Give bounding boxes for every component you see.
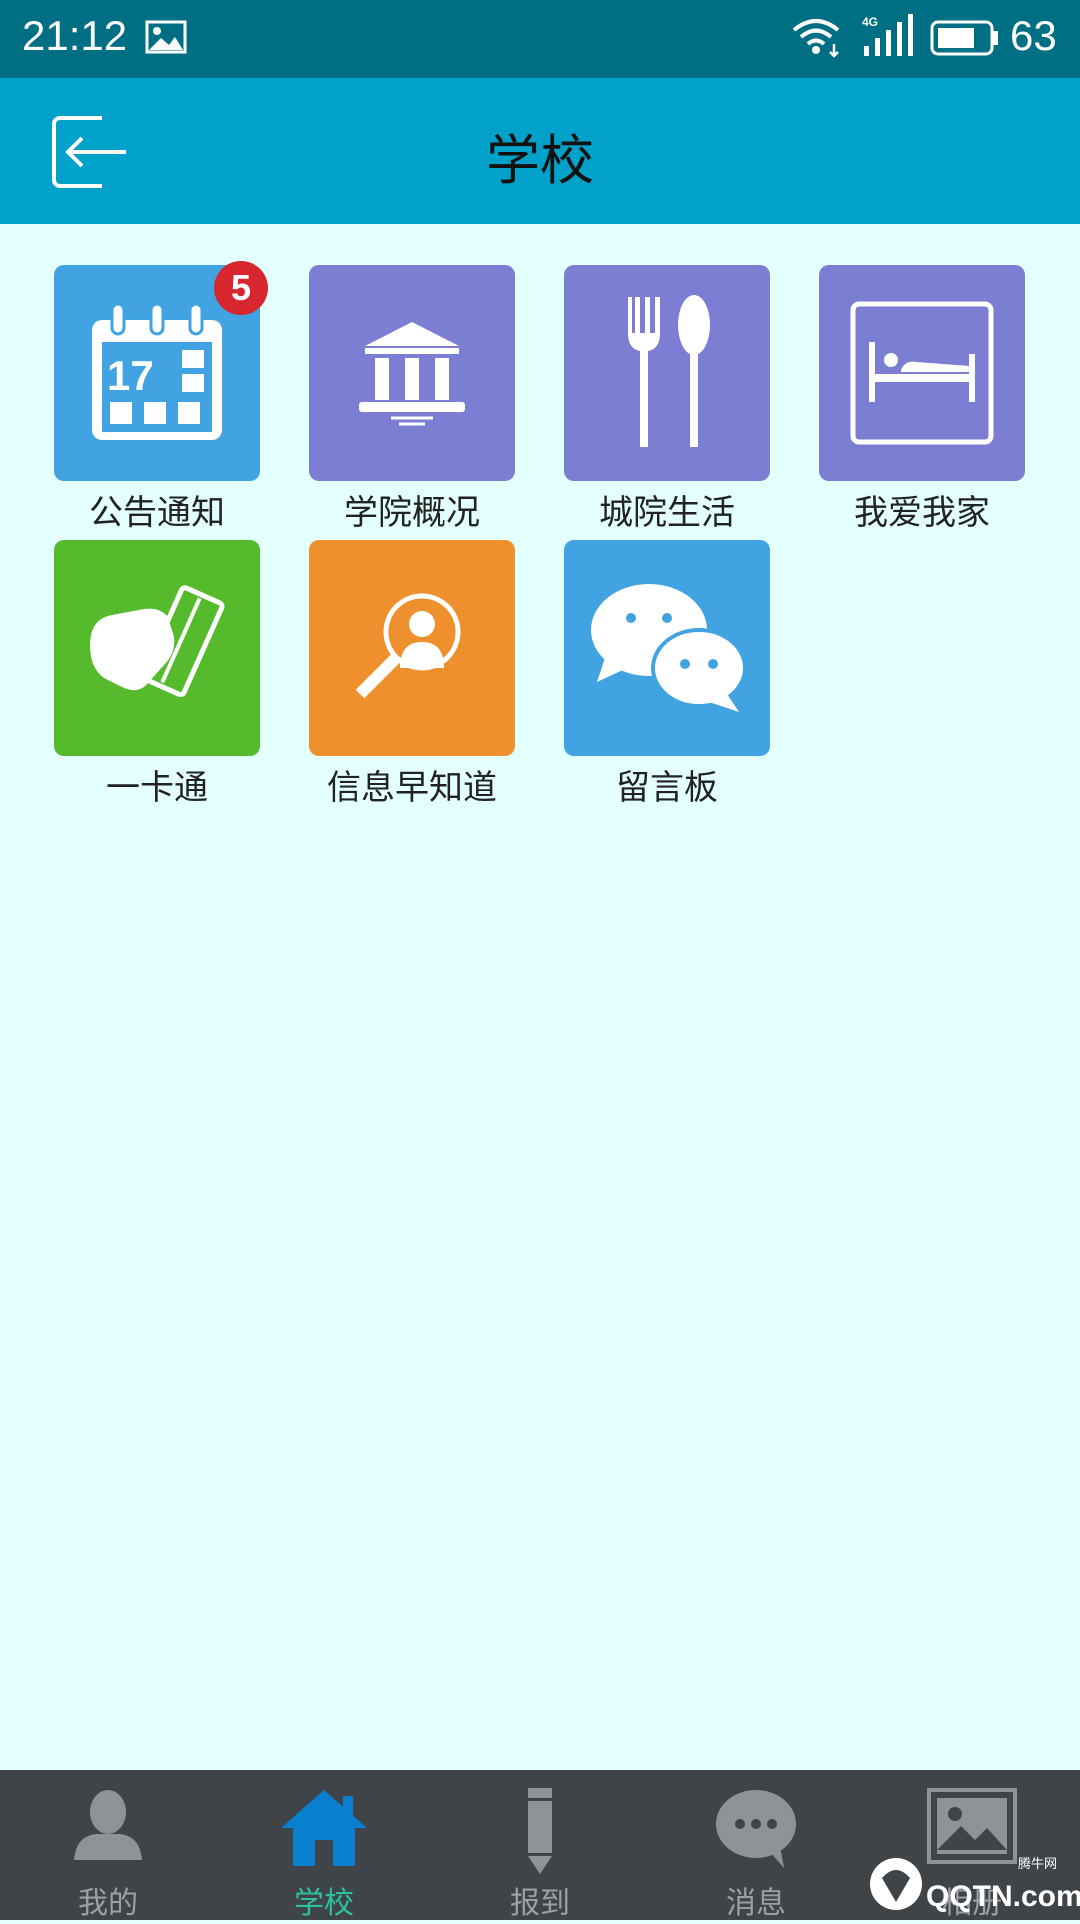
tile-campus-life[interactable]: 城院生活 xyxy=(564,265,770,534)
svg-text:4G: 4G xyxy=(862,15,878,29)
nav-label: 我的 xyxy=(78,1886,138,1921)
status-time: 21:12 xyxy=(22,12,128,59)
fork-spoon-icon xyxy=(628,295,710,447)
nav-item-messages[interactable]: 消息 xyxy=(648,1770,864,1921)
nav-item-checkin[interactable]: 报到 xyxy=(432,1770,648,1921)
battery-level: 63 xyxy=(1010,12,1057,59)
image-icon xyxy=(145,20,187,58)
tile-icon-bg xyxy=(54,540,260,756)
tile-label: 我爱我家 xyxy=(854,493,990,533)
signal-icon: 4G xyxy=(860,14,916,62)
watermark-logo: 腾牛网 QQTN.com xyxy=(868,1848,1080,1920)
app-header: 学校 xyxy=(0,78,1080,224)
nav-item-mine[interactable]: 我的 xyxy=(0,1770,216,1921)
tile-icon-bg xyxy=(819,265,1025,481)
svg-text:17: 17 xyxy=(107,352,154,399)
tile-college-overview[interactable]: 学院概况 xyxy=(309,265,515,534)
wifi-icon xyxy=(790,16,842,62)
nav-label: 学校 xyxy=(294,1886,354,1921)
page-title: 学校 xyxy=(486,129,594,192)
svg-text:QQTN.com: QQTN.com xyxy=(926,1880,1080,1913)
search-person-icon xyxy=(355,593,461,699)
tile-icon-bg xyxy=(309,540,515,756)
tile-icon-bg xyxy=(309,265,515,481)
tile-label: 一卡通 xyxy=(106,768,208,808)
nav-label: 消息 xyxy=(726,1886,786,1921)
tile-icon-bg xyxy=(564,265,770,481)
message-bubble-icon xyxy=(714,1788,798,1872)
pencil-icon xyxy=(520,1788,560,1878)
person-icon xyxy=(70,1788,146,1868)
tile-announcements[interactable]: 17 5 公告通知 xyxy=(54,261,268,534)
notification-badge: 5 xyxy=(214,261,268,315)
card-icon xyxy=(90,585,225,698)
tile-icon-bg xyxy=(564,540,770,756)
tile-info-early[interactable]: 信息早知道 xyxy=(309,540,515,809)
tile-label: 公告通知 xyxy=(89,493,225,533)
tile-campus-card[interactable]: 一卡通 xyxy=(54,540,260,809)
battery-icon xyxy=(930,20,1000,60)
tile-dormitory[interactable]: 我爱我家 xyxy=(819,265,1025,534)
home-icon xyxy=(279,1788,369,1872)
status-bar: 21:12 4G 63 xyxy=(0,0,1080,78)
tile-label: 信息早知道 xyxy=(327,768,497,808)
nav-item-school[interactable]: 学校 xyxy=(216,1770,432,1921)
bed-icon xyxy=(850,301,994,445)
nav-label: 报到 xyxy=(510,1886,570,1921)
tile-label: 留言板 xyxy=(616,768,718,808)
svg-text:腾牛网: 腾牛网 xyxy=(1018,1856,1057,1872)
tile-label: 学院概况 xyxy=(344,493,480,533)
tile-label: 城院生活 xyxy=(599,493,735,533)
tile-icon-bg: 17 5 xyxy=(54,261,268,481)
tile-message-board[interactable]: 留言板 xyxy=(564,540,770,809)
calendar-icon: 17 xyxy=(92,302,222,440)
chat-bubbles-icon xyxy=(591,584,747,712)
institution-icon xyxy=(359,322,465,426)
